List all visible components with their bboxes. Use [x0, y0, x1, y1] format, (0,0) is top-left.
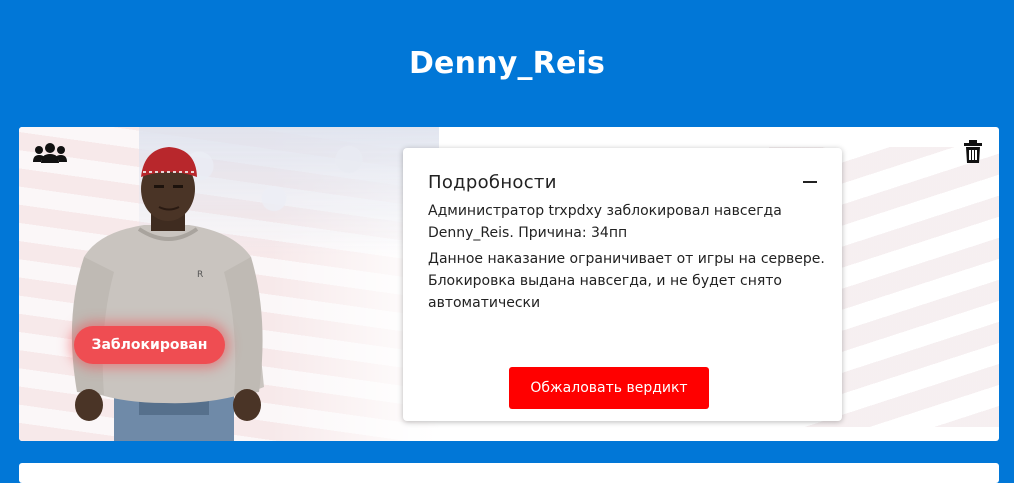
player-skin-image: R: [71, 147, 264, 441]
appeal-verdict-button[interactable]: Обжаловать вердикт: [509, 367, 709, 409]
svg-text:R: R: [197, 270, 203, 280]
next-card: [19, 463, 999, 483]
details-title: Подробности: [428, 172, 557, 193]
ban-card: R Заблокирован Подробности Администратор…: [19, 127, 999, 441]
player-name-title: Denny_Reis: [408, 46, 606, 81]
ban-consequence: Данное наказание ограничивает от игры на…: [428, 251, 825, 311]
trash-icon[interactable]: [963, 140, 983, 164]
users-icon[interactable]: [33, 142, 67, 164]
minus-icon: [803, 181, 817, 183]
details-panel: Подробности Администратор trxpdxy заблок…: [403, 148, 842, 421]
ban-description: Администратор trxpdxy заблокировал навсе…: [428, 203, 782, 241]
collapse-button[interactable]: [797, 172, 823, 192]
status-badge: Заблокирован: [74, 326, 225, 364]
